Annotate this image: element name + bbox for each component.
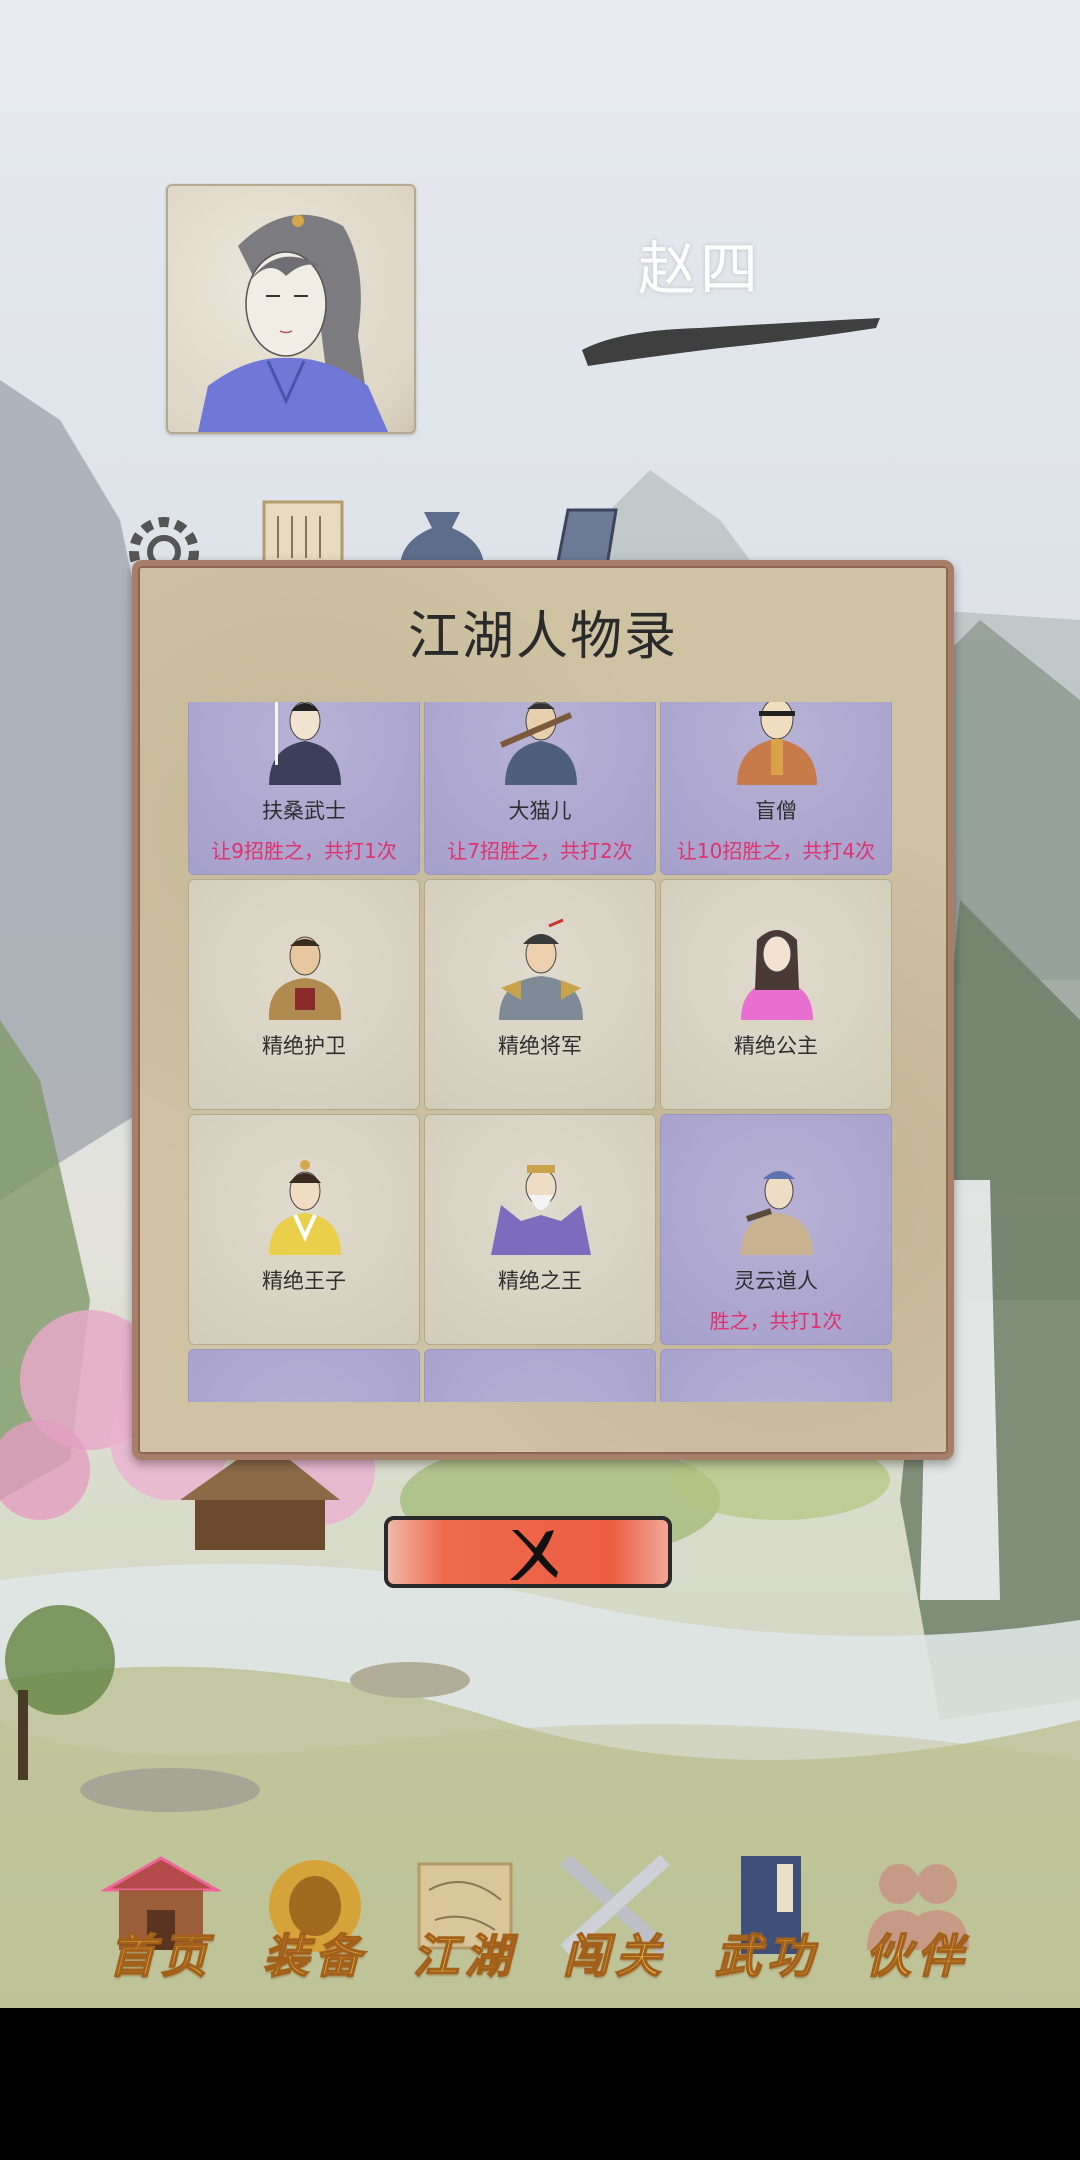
- battle-record: 胜之，共打1次: [709, 1309, 843, 1333]
- nav-challenge[interactable]: 闯关: [540, 1820, 690, 2008]
- taoist-portrait: [741, 1171, 813, 1255]
- character-card[interactable]: 精绝公主: [660, 879, 892, 1110]
- player-avatar[interactable]: [166, 184, 416, 434]
- character-card[interactable]: 精绝将军: [424, 879, 656, 1110]
- character-card[interactable]: 精绝护卫: [188, 879, 420, 1110]
- bandit-portrait: [499, 702, 577, 785]
- character-name: 精绝将军: [498, 1034, 582, 1058]
- character-name: 精绝之王: [498, 1269, 582, 1293]
- close-button[interactable]: [384, 1516, 672, 1588]
- ink-brush-stroke: [582, 318, 880, 366]
- character-name: 大猫儿: [508, 799, 572, 823]
- general-portrait: [499, 918, 583, 1020]
- prince-portrait: [269, 1160, 341, 1255]
- bottom-navigation: 首页 装备 江湖 闯关 武功 伙伴: [0, 1820, 1080, 2008]
- character-grid: 扶桑武士 让9招胜之，共打1次 大猫儿 让7招胜之，共打2次 盲僧 让10招胜之…: [188, 702, 894, 1402]
- character-card[interactable]: [660, 1349, 892, 1402]
- nav-jianghu[interactable]: 江湖: [390, 1820, 540, 2008]
- battle-record: 让10招胜之，共打4次: [676, 839, 876, 863]
- character-card[interactable]: 精绝之王: [424, 1114, 656, 1345]
- scroll-icon[interactable]: [258, 498, 348, 568]
- nav-companions[interactable]: 伙伴: [842, 1820, 992, 2008]
- nav-home[interactable]: 首页: [86, 1820, 236, 2008]
- character-card[interactable]: 大猫儿 让7招胜之，共打2次: [424, 702, 656, 875]
- bottom-black-bar: [0, 2008, 1080, 2160]
- nav-label: 首页: [108, 1928, 213, 1984]
- character-card[interactable]: 灵云道人 胜之，共打1次: [660, 1114, 892, 1345]
- character-name: 精绝公主: [734, 1034, 818, 1058]
- blind-monk-portrait: [737, 702, 817, 785]
- princess-portrait: [741, 930, 813, 1020]
- character-codex-dialog: 江湖人物录 扶桑武士 让9招胜之，共打1次 大猫儿 让7招胜之，共打2次 盲僧 …: [132, 560, 954, 1460]
- character-name: 扶桑武士: [262, 799, 346, 823]
- dialog-title: 江湖人物录: [407, 607, 678, 667]
- character-card[interactable]: 扶桑武士 让9招胜之，共打1次: [188, 702, 420, 875]
- nav-label: 伙伴: [864, 1928, 969, 1984]
- king-portrait: [491, 1165, 591, 1255]
- nav-label: 武功: [714, 1928, 819, 1984]
- nav-label: 江湖: [412, 1928, 517, 1984]
- character-card[interactable]: [424, 1349, 656, 1402]
- close-x-icon: [510, 1530, 558, 1580]
- avatar-portrait: [198, 214, 388, 432]
- nav-label: 装备: [262, 1928, 367, 1984]
- character-card[interactable]: [188, 1349, 420, 1402]
- character-card[interactable]: 精绝王子: [188, 1114, 420, 1345]
- character-name: 灵云道人: [734, 1269, 818, 1293]
- character-name: 盲僧: [755, 799, 797, 823]
- nav-label: 闯关: [562, 1928, 667, 1984]
- character-card[interactable]: 盲僧 让10招胜之，共打4次: [660, 702, 892, 875]
- character-grid-scroll[interactable]: 扶桑武士 让9招胜之，共打1次 大猫儿 让7招胜之，共打2次 盲僧 让10招胜之…: [188, 702, 894, 1402]
- guard-portrait: [268, 936, 342, 1020]
- samurai-portrait: [269, 702, 341, 785]
- nav-equipment[interactable]: 装备: [240, 1820, 390, 2008]
- nav-martial-arts[interactable]: 武功: [692, 1820, 842, 2008]
- character-name: 精绝王子: [262, 1269, 346, 1293]
- player-name: 赵四: [637, 235, 762, 303]
- character-name: 精绝护卫: [262, 1034, 346, 1058]
- battle-record: 让9招胜之，共打1次: [211, 839, 397, 863]
- battle-record: 让7招胜之，共打2次: [447, 839, 633, 863]
